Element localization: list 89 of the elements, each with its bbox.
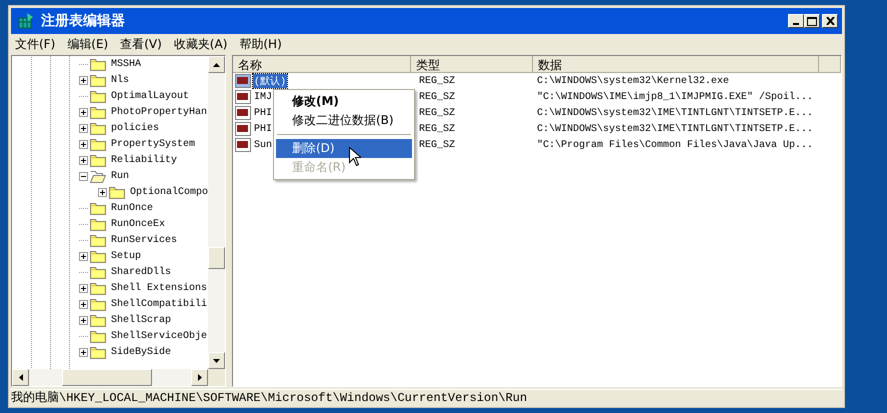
expand-icon[interactable]	[79, 284, 88, 292]
expand-icon[interactable]	[79, 348, 88, 356]
value-type: REG_SZ	[418, 124, 456, 134]
menu-item[interactable]: 文件(F)	[11, 36, 64, 52]
down-arrow-icon	[213, 358, 220, 362]
tree-item[interactable]: PropertySystem	[110, 138, 196, 150]
value-name[interactable]: Sun	[253, 140, 274, 150]
expand-icon[interactable]	[79, 108, 88, 116]
up-arrow-icon	[213, 62, 220, 66]
value-name[interactable]: PHI	[253, 124, 274, 134]
value-data: C:\WINDOWS\system32\IME\TINTLGNT\TINTSETP.E...	[536, 124, 814, 134]
tree-item[interactable]: MSSHA	[110, 58, 142, 70]
folder-icon	[90, 202, 106, 214]
column-header[interactable]: 数据	[533, 56, 819, 73]
maximize-button[interactable]	[804, 14, 820, 28]
scroll-right-button[interactable]	[191, 369, 208, 386]
status-path: 我的电脑\HKEY_LOCAL_MACHINE\SOFTWARE\Microsoft\Windows\CurrentVersion\Run	[11, 390, 528, 406]
tree-item[interactable]: Nls	[110, 74, 130, 86]
tree-item[interactable]: Run	[110, 170, 130, 182]
tree-item[interactable]: RunOnce	[110, 202, 154, 214]
value-type: REG_SZ	[418, 92, 456, 102]
vertical-scrollbar[interactable]	[208, 56, 225, 369]
folder-icon	[90, 330, 106, 342]
string-value-icon	[235, 138, 251, 152]
tree-item[interactable]: SharedDlls	[110, 266, 172, 278]
close-icon	[826, 17, 834, 25]
context-menu-item[interactable]: 删除(D)	[276, 139, 412, 158]
tree-item[interactable]: RunServices	[110, 234, 178, 246]
string-value-icon	[235, 90, 251, 104]
expand-icon[interactable]	[79, 316, 88, 324]
column-header[interactable]: 类型	[411, 56, 533, 73]
value-name[interactable]: PHI	[253, 108, 274, 118]
tree-item[interactable]: RunOnceEx	[110, 218, 166, 230]
left-arrow-icon	[18, 374, 22, 381]
close-button[interactable]	[822, 14, 838, 28]
scrollbar-corner	[208, 369, 225, 386]
folder-icon	[90, 234, 106, 246]
right-arrow-icon	[198, 374, 202, 381]
tree-item[interactable]: Setup	[110, 250, 142, 262]
window-title: 注册表编辑器	[41, 12, 126, 30]
value-type: REG_SZ	[418, 108, 456, 118]
menu-item[interactable]: 帮助(H)	[235, 36, 290, 52]
scroll-left-button[interactable]	[12, 369, 29, 386]
menu-item[interactable]: 查看(V)	[116, 36, 170, 52]
tree-item[interactable]: policies	[110, 122, 160, 134]
tree-item[interactable]: ShellScrap	[110, 314, 172, 326]
scroll-up-button[interactable]	[208, 56, 225, 73]
tree-item[interactable]: Shell Extensions	[110, 282, 208, 294]
tree-item[interactable]: ShellCompatibili	[110, 298, 208, 310]
tree-item[interactable]: PhotoPropertyHan	[110, 106, 208, 118]
scroll-thumb[interactable]	[62, 369, 152, 386]
value-type: REG_SZ	[418, 140, 456, 150]
string-value-icon	[235, 74, 251, 88]
folder-icon	[90, 58, 106, 70]
value-name[interactable]: (默认)	[253, 74, 288, 88]
tree-item[interactable]: OptimalLayout	[110, 90, 190, 102]
expand-icon[interactable]	[79, 124, 88, 132]
folder-icon	[90, 218, 106, 230]
value-name[interactable]: IMJ	[253, 92, 274, 102]
horizontal-scrollbar[interactable]	[12, 369, 208, 386]
tree-item[interactable]: OptionalCompo	[129, 186, 208, 198]
value-data: "C:\Program Files\Common Files\Java\Java Up...	[536, 140, 814, 150]
folder-icon	[90, 90, 106, 102]
value-data: C:\WINDOWS\system32\IME\TINTLGNT\TINTSETP.E...	[536, 108, 814, 118]
tree-item[interactable]: SideBySide	[110, 346, 172, 358]
string-value-icon	[235, 122, 251, 136]
expand-icon[interactable]	[98, 188, 107, 196]
minimize-button[interactable]	[788, 14, 804, 28]
tree-item[interactable]: Reliability	[110, 154, 178, 166]
expand-icon[interactable]	[79, 300, 88, 308]
value-data: C:\WINDOWS\system32\Kernel32.exe	[536, 76, 730, 86]
menu-item[interactable]: 收藏夹(A)	[170, 36, 236, 52]
registry-icon	[17, 12, 35, 30]
collapse-icon[interactable]	[79, 172, 88, 180]
value-data: "C:\WINDOWS\IME\imjp8_1\IMJPMIG.EXE" /Spoil...	[536, 92, 814, 102]
maximize-icon	[807, 16, 817, 26]
column-header[interactable]: 名称	[233, 56, 411, 73]
folder-icon	[90, 266, 106, 278]
expand-icon[interactable]	[79, 156, 88, 164]
expand-icon[interactable]	[79, 252, 88, 260]
menu-item[interactable]: 编辑(E)	[63, 36, 116, 52]
expand-icon[interactable]	[79, 76, 88, 84]
scroll-down-button[interactable]	[208, 352, 225, 369]
tree-item[interactable]: ShellServiceObje	[110, 330, 208, 342]
string-value-icon	[235, 106, 251, 120]
scroll-thumb[interactable]	[208, 247, 225, 269]
expand-icon[interactable]	[79, 140, 88, 148]
mouse-pointer-icon	[349, 147, 361, 166]
value-type: REG_SZ	[418, 76, 456, 86]
